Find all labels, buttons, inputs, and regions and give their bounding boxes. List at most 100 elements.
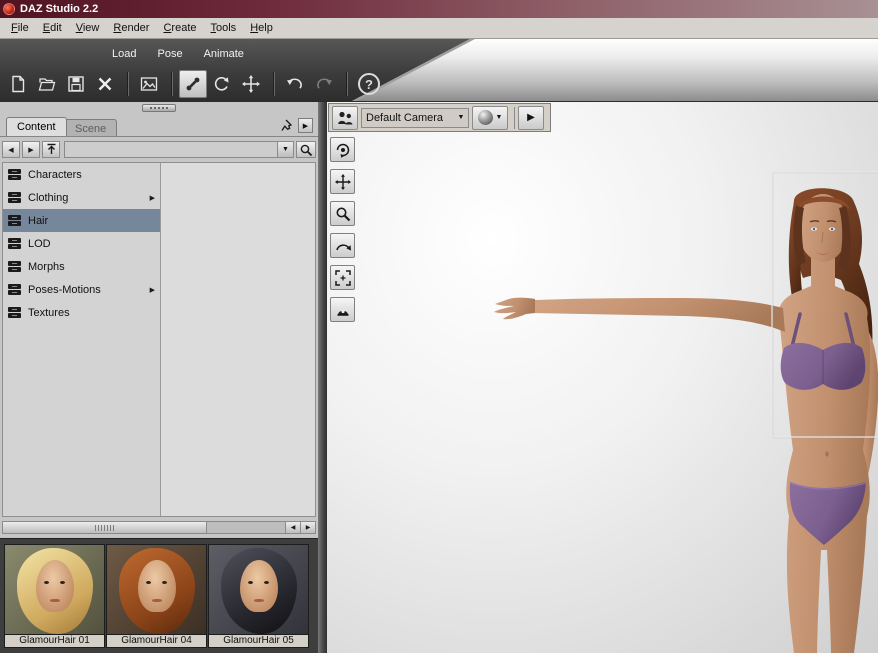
menu-tools[interactable]: Tools [204, 19, 244, 37]
toolbar-separator [514, 107, 515, 129]
search-button[interactable] [296, 141, 316, 158]
camera-selector[interactable]: Default Camera ▼ [361, 108, 469, 128]
thumbnail-glamourhair-01[interactable]: GlamourHair 01 [4, 544, 105, 648]
headlamp-tool-button[interactable] [330, 297, 355, 322]
tree-item-clothing[interactable]: Clothing ▶ [3, 186, 160, 209]
back-icon: ◀ [8, 146, 13, 154]
thumbnail-glamourhair-05[interactable]: GlamourHair 05 [208, 544, 309, 648]
new-file-button[interactable] [4, 70, 32, 98]
scroll-left-button[interactable]: ◀ [285, 522, 300, 533]
expand-arrow-icon[interactable]: ▶ [150, 194, 155, 202]
menu-file[interactable]: File [4, 19, 36, 37]
orbit-tool-button[interactable] [330, 137, 355, 162]
translate-tool-button[interactable] [237, 70, 265, 98]
content-folder-icon [7, 214, 22, 227]
menu-create[interactable]: Create [156, 19, 203, 37]
panel-menu-button[interactable]: ▶ [298, 118, 313, 133]
save-button[interactable] [62, 70, 90, 98]
delete-button[interactable] [91, 70, 119, 98]
face-shape [240, 560, 278, 612]
scrollbar-track[interactable] [207, 522, 285, 533]
horizontal-scrollbar[interactable]: ◀ ▶ [2, 521, 316, 534]
rotate-tool-icon [212, 74, 232, 94]
menu-view[interactable]: View [69, 19, 107, 37]
scrollbar-thumb[interactable] [3, 522, 207, 533]
panel-splitter[interactable] [318, 102, 327, 653]
tree-item-textures[interactable]: Textures [3, 301, 160, 324]
pin-panel-button[interactable] [279, 118, 294, 133]
pan-tool-button[interactable] [330, 169, 355, 194]
zoom-tool-button[interactable] [330, 201, 355, 226]
tab-content[interactable]: Content [6, 117, 67, 136]
play-icon: ▶ [527, 112, 535, 123]
render-button[interactable] [135, 70, 163, 98]
bank-tool-button[interactable] [330, 233, 355, 258]
tab-scene[interactable]: Scene [64, 119, 117, 136]
content-panel: Content Scene ▶ ◀ ▶ ▼ [0, 102, 318, 653]
viewport-canvas[interactable] [327, 102, 878, 653]
camera-group-icon [336, 110, 354, 126]
tree-item-hair[interactable]: Hair [3, 209, 160, 232]
titlebar: DAZ Studio 2.2 [0, 0, 878, 18]
delete-icon [95, 74, 115, 94]
rotate-tool-button[interactable] [208, 70, 236, 98]
search-icon [299, 143, 313, 157]
tree-item-lod[interactable]: LOD [3, 232, 160, 255]
expand-arrow-icon[interactable]: ▶ [150, 286, 155, 294]
thumbnail-glamourhair-04[interactable]: GlamourHair 04 [106, 544, 207, 648]
up-directory-button[interactable] [42, 141, 60, 158]
camera-view-button[interactable] [332, 106, 358, 130]
help-button[interactable]: ? [358, 73, 380, 95]
headlamp-tool-icon [334, 301, 352, 319]
play-button[interactable]: ▶ [518, 106, 544, 130]
draw-style-selector[interactable]: ▼ [472, 106, 508, 130]
thumbnail-label: GlamourHair 01 [4, 635, 105, 648]
tree-item-characters[interactable]: Characters [3, 163, 160, 186]
activity-tab-load[interactable]: Load [112, 48, 136, 60]
help-icon: ? [365, 77, 373, 92]
content-folder-icon [7, 191, 22, 204]
hair-preview-image [208, 544, 309, 635]
frame-tool-icon [334, 269, 352, 287]
eyes-shape [248, 581, 253, 584]
scroll-right-button[interactable]: ▶ [300, 522, 315, 533]
joint-editor-icon [183, 74, 203, 94]
menu-help[interactable]: Help [243, 19, 280, 37]
content-tree: Characters Clothing ▶ Hair LOD [3, 163, 161, 516]
menu-edit[interactable]: Edit [36, 19, 69, 37]
panel-resize-grip[interactable] [142, 104, 176, 112]
tree-item-morphs[interactable]: Morphs [3, 255, 160, 278]
render-icon [139, 74, 159, 94]
face-shape [36, 560, 74, 612]
hair-preview-image [4, 544, 105, 635]
save-icon [66, 74, 86, 94]
undo-button[interactable] [281, 70, 309, 98]
frame-tool-button[interactable] [330, 265, 355, 290]
scroll-right-icon: ▶ [306, 524, 311, 531]
content-navigation-bar: ◀ ▶ ▼ [2, 140, 316, 159]
menu-render[interactable]: Render [106, 19, 156, 37]
activity-tab-animate[interactable]: Animate [204, 48, 244, 60]
face-shape [138, 560, 176, 612]
activity-tab-pose[interactable]: Pose [157, 48, 182, 60]
chevron-right-icon: ▶ [303, 122, 308, 130]
open-file-icon [37, 74, 57, 94]
viewport-toolbar: Default Camera ▼ ▼ ▶ [328, 103, 551, 132]
app-logo-icon [3, 3, 15, 15]
lips-shape [152, 599, 162, 602]
hair-preview-image [106, 544, 207, 635]
joint-editor-tool-button[interactable] [179, 70, 207, 98]
content-thumbnails-panel: GlamourHair 01 GlamourHair 04 [0, 538, 318, 653]
content-folder-icon [7, 237, 22, 250]
path-combobox[interactable]: ▼ [64, 141, 294, 158]
redo-button[interactable] [310, 70, 338, 98]
back-button[interactable]: ◀ [2, 141, 20, 158]
thumbnail-label: GlamourHair 04 [106, 635, 207, 648]
female-figure[interactable] [494, 188, 878, 653]
open-file-button[interactable] [33, 70, 61, 98]
forward-button[interactable]: ▶ [22, 141, 40, 158]
dropdown-icon[interactable]: ▼ [277, 142, 293, 157]
toolbar-separator [171, 72, 172, 96]
tree-item-poses-motions[interactable]: Poses-Motions ▶ [3, 278, 160, 301]
pin-icon [280, 119, 293, 132]
